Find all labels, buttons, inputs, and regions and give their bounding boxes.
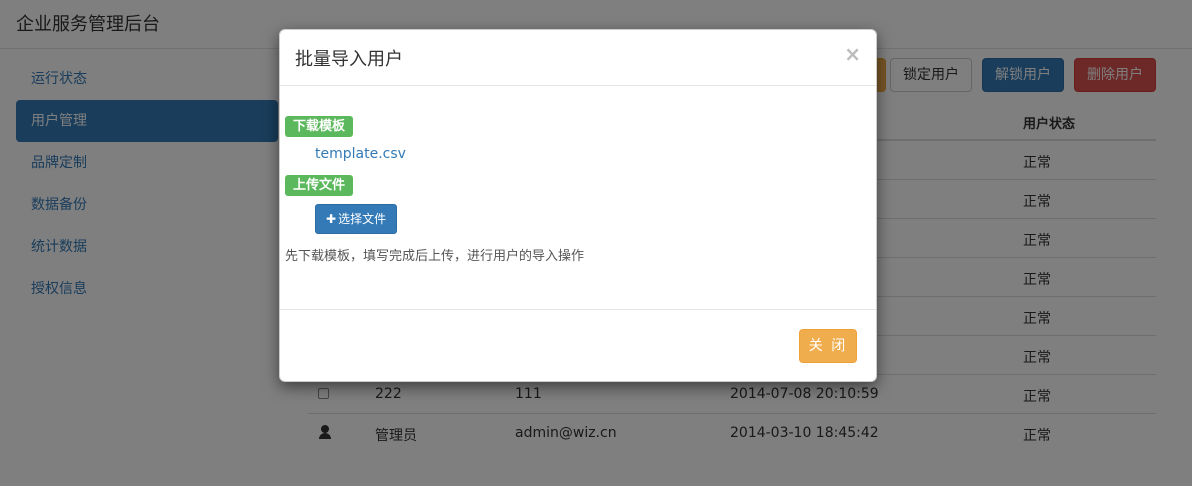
plus-icon: ✚ bbox=[326, 212, 337, 226]
modal-footer: 关 闭 bbox=[280, 309, 876, 381]
template-download-link[interactable]: template.csv bbox=[315, 146, 406, 162]
modal-header: 批量导入用户 × bbox=[280, 30, 876, 86]
import-hint-text: 先下载模板，填写完成后上传，进行用户的导入操作 bbox=[285, 249, 585, 264]
upload-file-label: 上传文件 bbox=[285, 175, 354, 196]
choose-file-button[interactable]: ✚ 选择文件 bbox=[315, 204, 398, 234]
download-template-label: 下载模板 bbox=[285, 116, 354, 137]
modal-body: 下载模板 template.csv 上传文件 ✚ 选择文件 先下载模板，填写完成后… bbox=[280, 86, 876, 308]
import-users-modal: 批量导入用户 × 下载模板 template.csv 上传文件 ✚ 选择文件 先下… bbox=[279, 29, 877, 382]
close-icon[interactable]: × bbox=[844, 42, 861, 66]
close-button[interactable]: 关 闭 bbox=[799, 329, 857, 363]
modal-title: 批量导入用户 bbox=[295, 49, 403, 70]
choose-file-label: 选择文件 bbox=[338, 212, 387, 226]
